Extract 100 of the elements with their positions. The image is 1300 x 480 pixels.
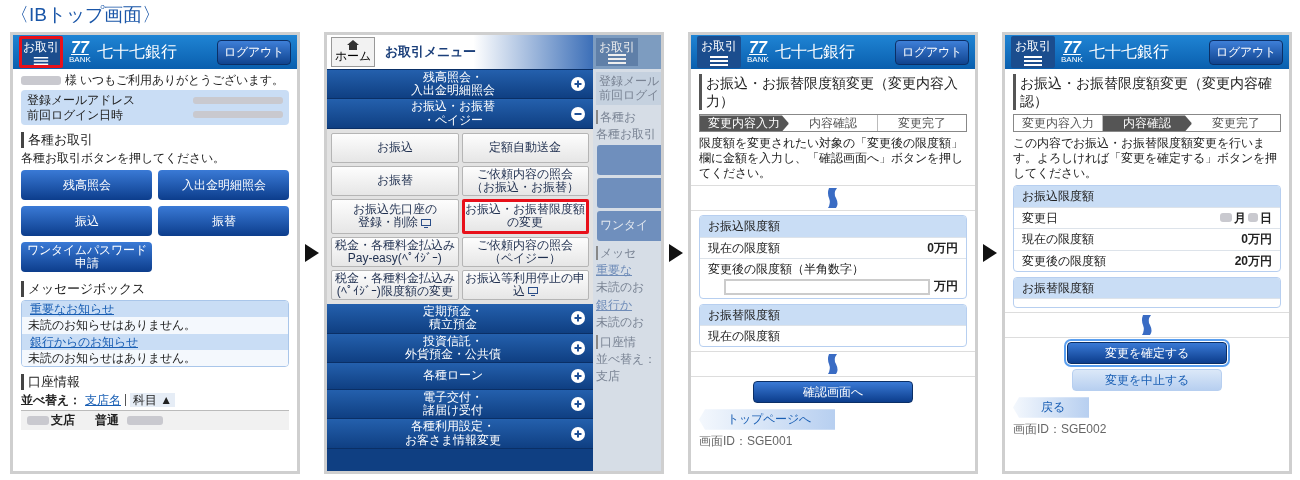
amount-text: 0万円: [927, 240, 958, 256]
logout-button[interactable]: ログアウト: [1209, 39, 1283, 65]
next-arrow-icon: [669, 244, 683, 262]
transaction-button[interactable]: 入出金明細照会: [158, 170, 289, 201]
page-text: 並べ替え：: [595, 351, 657, 367]
info-label: 前回ログイ: [599, 88, 658, 103]
sort-option[interactable]: 科目 ▲: [130, 392, 176, 408]
page-heading: お振込・お振替限度額変更（変更内容入力）: [699, 74, 967, 111]
house-icon: [347, 40, 359, 51]
page-text: 未読のお: [595, 280, 645, 295]
menu-title: お取引メニュー: [385, 44, 476, 60]
bank-name: 七十七銀行: [96, 42, 178, 62]
menu-item[interactable]: お振込先口座の 登録・削除: [331, 199, 459, 234]
menu-item[interactable]: ご依頼内容の照会 （ペイジー）: [461, 236, 589, 267]
step-label: 変更内容入力: [700, 115, 789, 132]
menu-section[interactable]: 定期預金・ 積立預金: [327, 304, 593, 334]
home-button[interactable]: ホーム: [331, 37, 375, 67]
day-text: 日: [1260, 210, 1272, 226]
step-label: 内容確認: [1103, 115, 1192, 132]
card-title: お振込限度額: [1014, 186, 1280, 207]
logo-mark: 77 BANK: [747, 40, 769, 64]
screen-id: 画面ID：SGE002: [1013, 421, 1108, 437]
logo-mark: 77 BANK: [69, 40, 91, 64]
card-title: お振込限度額: [700, 216, 966, 237]
menu-section[interactable]: 各種ローン: [327, 363, 593, 390]
submit-button[interactable]: 変更を確定する: [1067, 342, 1227, 365]
redacted-text: [127, 416, 163, 425]
transaction-button[interactable]: 残高照会: [21, 170, 152, 201]
menu-section[interactable]: お振込・お振替 ・ペイジー: [327, 99, 593, 129]
page-heading: お振込・お振替限度額変更（変更内容確認）: [1013, 74, 1281, 111]
menu-item[interactable]: お振込等利用停止の申 込: [461, 269, 589, 301]
redacted-text: [27, 416, 49, 425]
menu-icon: [710, 56, 728, 66]
screen-id: 画面ID：SGE001: [699, 433, 794, 449]
section-heading: 各種お: [596, 109, 661, 125]
redacted-text: [1248, 213, 1258, 223]
menu-button[interactable]: お取引: [19, 36, 63, 68]
menu-button[interactable]: お取引: [1011, 36, 1055, 68]
row-label: 変更日: [1022, 210, 1058, 226]
logout-button[interactable]: ログアウト: [895, 39, 969, 65]
instruction-text: この内容でお振込・お振替限度額変更を行います。よろしければ「変更を確定する」ボタンを押してください。: [1013, 136, 1278, 182]
transaction-button[interactable]: 振替: [158, 206, 289, 237]
back-link[interactable]: トップページへ: [699, 409, 835, 430]
menu-item[interactable]: 定額自動送金: [461, 132, 589, 163]
menu-item[interactable]: ご依頼内容の照会 （お振込・お振替）: [461, 165, 589, 197]
section-heading: メッセ: [596, 245, 661, 260]
menu-item[interactable]: お振込・お振替限度額 の変更: [461, 199, 589, 234]
card-title: お振替限度額: [700, 304, 966, 325]
amount-input[interactable]: [724, 278, 930, 295]
row-label: 現在の限度額: [1022, 232, 1094, 247]
next-arrow-icon: [983, 244, 997, 262]
amount-text: 20万円: [1234, 253, 1272, 268]
section-heading: 各種お取引: [21, 132, 93, 148]
sort-label: 並べ替え：: [21, 392, 81, 408]
instruction-text: 各種お取引ボタンを押してください。: [21, 150, 226, 166]
page-text: 各種お取引: [595, 127, 657, 142]
menu-icon: [32, 57, 50, 65]
menu-item[interactable]: 税金・各種料金払込み Pay-easy(ﾍﾟｲｼﾞｰ): [331, 236, 459, 267]
section-heading: メッセージボックス: [21, 281, 145, 297]
row-label: 変更後の限度額: [1022, 253, 1106, 268]
greeting-text: 様 いつもご利用ありがとうございます。: [65, 73, 285, 88]
page-text: 未読のお: [595, 315, 645, 330]
sort-option[interactable]: 支店名: [85, 392, 121, 408]
section-heading: 口座情報: [21, 374, 80, 390]
info-label: 登録メールアドレス: [27, 93, 135, 108]
back-link[interactable]: 戻る: [1013, 397, 1089, 418]
unit-text: 万円: [934, 279, 958, 294]
branch-text: 支店: [51, 413, 75, 428]
card-title: お振替限度額: [1014, 277, 1280, 299]
redacted-text: [21, 75, 61, 85]
row-label: 現在の限度額: [708, 328, 780, 344]
info-label: 登録メール: [599, 74, 658, 89]
transaction-button[interactable]: ワンタイムパスワード申請: [21, 242, 152, 273]
menu-section[interactable]: 電子交付・ 諸届け受付: [327, 390, 593, 420]
page-text: 支店: [595, 369, 621, 384]
row-label: 変更後の限度額（半角数字）: [708, 262, 865, 277]
menu-item[interactable]: 税金・各種料金払込み (ﾍﾟｲｼﾞｰ)限度額の変更: [331, 269, 459, 301]
logout-button[interactable]: ログアウト: [217, 39, 291, 65]
next-arrow-icon: [305, 244, 319, 262]
menu-section[interactable]: 各種利用設定・ お客さま情報変更: [327, 419, 593, 449]
logo-mark: 77 BANK: [1061, 40, 1083, 64]
page-title: 〈IBトップ画面〉: [10, 3, 161, 27]
menu-button[interactable]: お取引: [697, 36, 741, 68]
menu-section[interactable]: 残高照会・ 入出金明細照会: [327, 70, 593, 100]
menu-item[interactable]: お振替: [331, 165, 459, 197]
menu-icon: [608, 54, 626, 65]
amount-text: 0万円: [1241, 232, 1272, 247]
month-text: 月: [1234, 210, 1246, 226]
menu-item[interactable]: お振込: [331, 132, 459, 163]
submit-button[interactable]: 確認画面へ: [753, 381, 913, 404]
account-type: 普通: [95, 413, 119, 428]
instruction-text: 限度額を変更されたい対象の「変更後の限度額」欄に金額を入力し、「確認画面へ」ボタンを押してください。: [699, 136, 964, 182]
transaction-button[interactable]: 振込: [21, 206, 152, 237]
notice-text: 未読のお知らせはありません。: [22, 317, 288, 334]
menu-section[interactable]: 投資信託・ 外貨預金・公共債: [327, 333, 593, 363]
menu-icon: [1024, 56, 1042, 66]
bank-name: 七十七銀行: [774, 42, 856, 62]
section-heading: 口座情: [596, 334, 661, 349]
row-label: 現在の限度額: [708, 240, 780, 256]
cancel-button[interactable]: 変更を中止する: [1072, 369, 1222, 392]
